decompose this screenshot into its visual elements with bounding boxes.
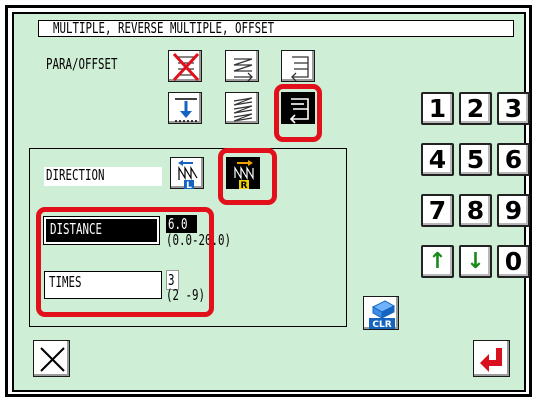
highlight-direction-right [218,148,277,205]
key-down-button[interactable]: ↓ [459,245,492,278]
direction-left-badge: L [186,181,192,190]
para-offset-option-parallel[interactable] [225,50,259,82]
para-offset-label: PARA/OFFSET [46,55,118,73]
direction-left-button[interactable]: L [170,157,204,190]
screen: MULTIPLE, REVERSE MULTIPLE, OFFSET PARA/… [0,0,538,403]
reverse-parallel-icon [291,56,309,82]
direction-label: DIRECTION [44,167,162,186]
para-offset-option-reverse[interactable] [281,50,315,82]
para-offset-option-offset[interactable] [168,92,202,124]
parallel-arrow-icon [233,58,253,82]
clear-button[interactable]: CLR [363,296,399,330]
title-text: MULTIPLE, REVERSE MULTIPLE, OFFSET [53,19,275,37]
key-1-button[interactable]: 1 [421,92,454,125]
key-0-button[interactable]: 0 [497,245,530,278]
key-5-button[interactable]: 5 [459,143,492,176]
disabled-cross-icon [172,52,200,82]
cancel-button[interactable] [33,340,70,377]
clear-label: CLR [372,320,391,330]
key-9-button[interactable]: 9 [497,194,530,227]
para-offset-option-disabled[interactable] [168,50,202,82]
direction-left-icon: L [178,160,198,190]
close-icon [40,347,65,372]
key-2-button[interactable]: 2 [459,92,492,125]
enter-button[interactable] [473,340,510,377]
enter-return-icon [480,348,502,372]
eraser-icon: CLR [369,300,396,330]
key-6-button[interactable]: 6 [497,143,530,176]
key-up-button[interactable]: ↑ [421,245,454,278]
multi-zigzag-icon [233,97,253,122]
key-3-button[interactable]: 3 [497,92,530,125]
offset-down-icon [175,98,197,122]
para-offset-option-zigzag[interactable] [225,92,259,124]
key-8-button[interactable]: 8 [459,194,492,227]
key-4-button[interactable]: 4 [421,143,454,176]
title-bar: MULTIPLE, REVERSE MULTIPLE, OFFSET [38,20,514,37]
key-7-button[interactable]: 7 [421,194,454,227]
highlight-distance-times [36,207,214,317]
highlight-reverse-return [274,84,322,142]
